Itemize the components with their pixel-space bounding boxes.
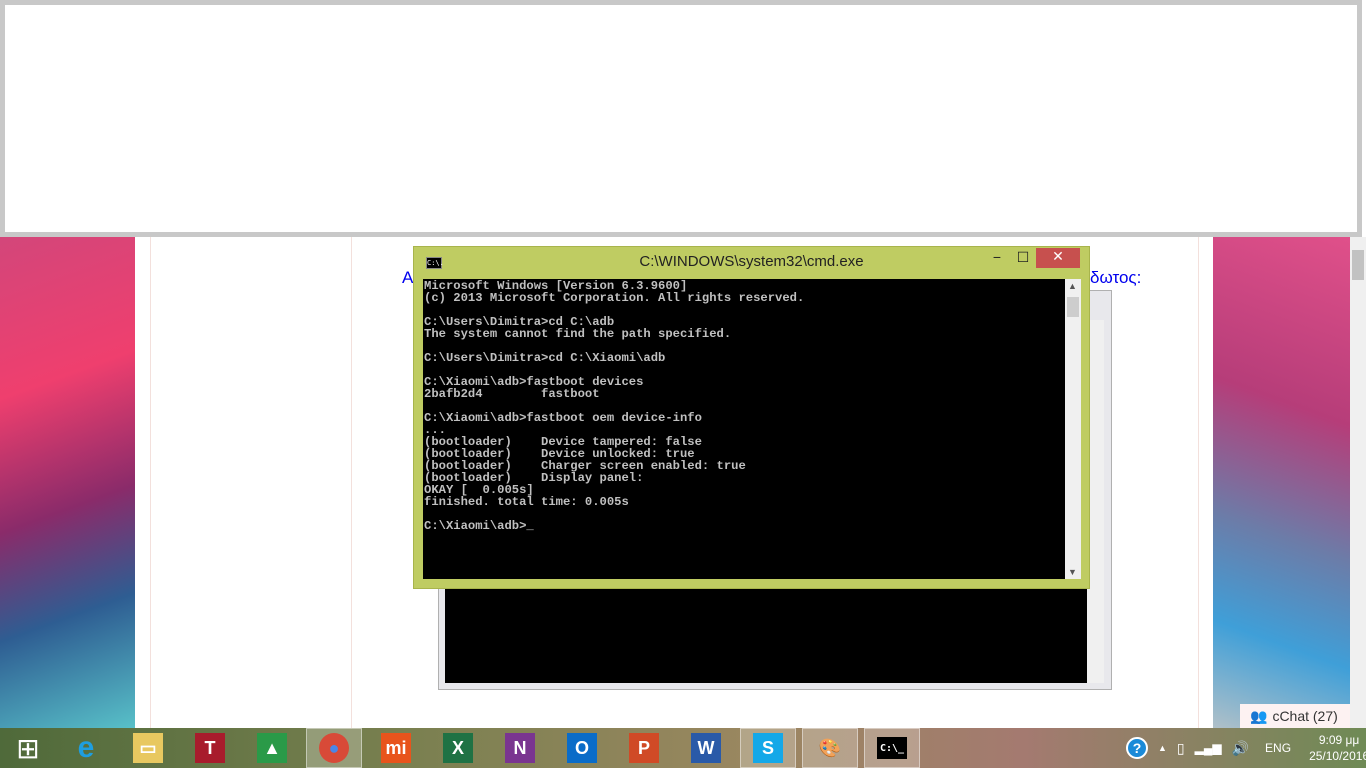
- paint-icon: 🎨: [818, 737, 842, 758]
- clock[interactable]: 9:09 μμ 25/10/2016: [1309, 732, 1366, 764]
- taskbar-mi[interactable]: mi: [368, 728, 424, 768]
- page-scrollbar-thumb[interactable]: [1352, 250, 1364, 280]
- powerpoint-icon: P: [629, 733, 659, 763]
- wallpaper-right: [1213, 237, 1350, 728]
- console-line: C:\Users\Dimitra>cd C:\Xiaomi\adb: [424, 351, 666, 365]
- show-hidden-icons-icon[interactable]: ▲: [1158, 743, 1167, 753]
- scroll-down-icon[interactable]: ▼: [1068, 567, 1077, 577]
- console-line: (c) 2013 Microsoft Corporation. All righ…: [424, 291, 805, 305]
- maximize-button[interactable]: ☐: [1010, 249, 1036, 269]
- clock-date: 25/10/2016: [1309, 749, 1366, 763]
- taskbar-outlook[interactable]: O: [554, 728, 610, 768]
- minimize-button[interactable]: −: [984, 249, 1010, 269]
- taskbar-onenote[interactable]: N: [492, 728, 548, 768]
- close-button[interactable]: ✕: [1036, 248, 1080, 268]
- cmd-window[interactable]: C:\. C:\WINDOWS\system32\cmd.exe − ☐ ✕ M…: [413, 246, 1090, 589]
- excel-icon: X: [443, 733, 473, 763]
- cmd-icon: C:\_: [877, 737, 907, 759]
- console-line: 2bafb2d4 fastboot: [424, 387, 600, 401]
- scroll-up-icon[interactable]: ▲: [1068, 281, 1077, 291]
- start-button[interactable]: ⊞: [0, 728, 56, 768]
- google-drive-icon: ▲: [257, 733, 287, 763]
- onenote-icon: N: [505, 733, 535, 763]
- word-icon: W: [691, 733, 721, 763]
- taskbar-paint[interactable]: 🎨: [802, 728, 858, 768]
- wallpaper-left: [0, 237, 135, 728]
- users-icon: 👥: [1250, 707, 1268, 724]
- console-line: C:\Xiaomi\adb>_: [424, 519, 534, 533]
- cchat-button[interactable]: 👥 cChat (27): [1240, 704, 1350, 728]
- outlook-icon: O: [567, 733, 597, 763]
- taskbar-internet-explorer[interactable]: e: [58, 728, 114, 768]
- top-blank-panel: [0, 0, 1362, 237]
- taskbar-t-app[interactable]: T: [182, 728, 238, 768]
- taskbar-word[interactable]: W: [678, 728, 734, 768]
- t-app-icon: T: [195, 733, 225, 763]
- signal-icon[interactable]: ▂▄▆: [1195, 741, 1222, 755]
- page-text-right: δωτος:: [1090, 268, 1142, 287]
- skype-icon: S: [753, 733, 783, 763]
- divider: [1198, 237, 1199, 728]
- taskbar-skype[interactable]: S: [740, 728, 796, 768]
- internet-explorer-icon: e: [77, 731, 95, 764]
- start-icon: ⊞: [16, 732, 40, 764]
- taskbar-google-drive[interactable]: ▲: [244, 728, 300, 768]
- clock-time: 9:09 μμ: [1318, 733, 1360, 747]
- taskbar-file-explorer[interactable]: ▭: [120, 728, 176, 768]
- chrome-icon: ●: [319, 733, 349, 763]
- help-icon[interactable]: ?: [1126, 737, 1148, 759]
- console-scroll-thumb[interactable]: [1067, 297, 1079, 317]
- battery-icon[interactable]: ▯: [1177, 740, 1185, 757]
- console-line: C:\Xiaomi\adb>fastboot oem device-info: [424, 411, 702, 425]
- console-line: finished. total time: 0.005s: [424, 495, 629, 509]
- taskbar-chrome[interactable]: ●: [306, 728, 362, 768]
- taskbar-powerpoint[interactable]: P: [616, 728, 672, 768]
- page-scrollbar[interactable]: [1350, 237, 1366, 728]
- page-left-column: [150, 237, 352, 728]
- taskbar-excel[interactable]: X: [430, 728, 486, 768]
- page-text-left: Α: [402, 268, 414, 287]
- system-tray: ? ▲ ▯ ▂▄▆ 🔊 ENG 9:09 μμ 25/10/2016: [1126, 728, 1366, 768]
- console-line: The system cannot find the path specifie…: [424, 327, 732, 341]
- taskbar-cmd[interactable]: C:\_: [864, 728, 920, 768]
- language-indicator[interactable]: ENG: [1265, 741, 1291, 755]
- volume-icon[interactable]: 🔊: [1232, 740, 1249, 757]
- cchat-label: cChat (27): [1272, 708, 1338, 724]
- console-output[interactable]: Microsoft Windows [Version 6.3.9600] (c) …: [423, 279, 1065, 579]
- mi-icon: mi: [381, 733, 411, 763]
- file-explorer-icon: ▭: [133, 733, 163, 763]
- console-scrollbar[interactable]: ▲ ▼: [1065, 279, 1081, 579]
